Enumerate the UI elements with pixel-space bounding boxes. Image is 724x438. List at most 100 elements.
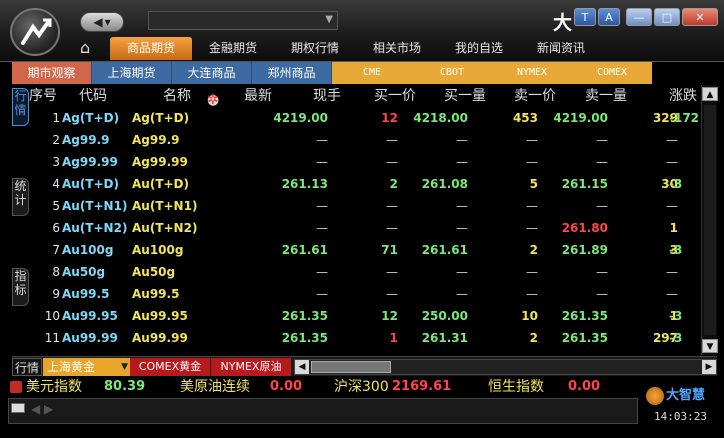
cell-bid-price: —: [456, 155, 468, 169]
cell-code: Au(T+N2): [62, 221, 128, 235]
scroll-down-icon[interactable]: ▼: [702, 339, 718, 353]
header-code[interactable]: 代码: [79, 85, 107, 107]
back-arrow-icon[interactable]: ◀: [93, 15, 102, 29]
font-button[interactable]: A: [598, 8, 620, 26]
header-bid-price[interactable]: 买一价: [374, 85, 416, 107]
crude-oil-value: 0.00: [270, 379, 303, 394]
message-nav-icon[interactable]: ◀ ▶: [31, 402, 53, 416]
cell-name: Ag99.9: [132, 133, 180, 147]
bottom-tab-quote[interactable]: 行情: [12, 358, 42, 376]
mail-icon[interactable]: [11, 403, 25, 413]
side-tab-index[interactable]: 指标: [12, 268, 29, 306]
table-row[interactable]: 2 Ag99.9 Ag99.9— — — — — —: [29, 129, 701, 151]
cell-hand: 12: [381, 111, 398, 125]
cell-name: Au99.99: [132, 331, 188, 345]
csi300-value: 2169.61: [392, 379, 452, 394]
skin-button[interactable]: T: [574, 8, 596, 26]
quote-table: 序号 代码 名称 ● ✲ 最新 现手 买一价 买一量 卖一价 卖一量 涨跌 1 Ag…: [29, 85, 701, 355]
usd-index-label[interactable]: 美元指数: [26, 377, 82, 397]
tab-market-6[interactable]: NYMEX: [492, 62, 572, 84]
vertical-scrollbar[interactable]: ▲ ▼: [701, 85, 718, 355]
cell-bid-price: —: [456, 221, 468, 235]
header-ask-price[interactable]: 卖一价: [514, 85, 556, 107]
tab-market-2[interactable]: 大连商品: [172, 62, 252, 84]
cell-ask-price: —: [596, 199, 608, 213]
cell-no: 10: [44, 309, 60, 323]
header-bid-volume[interactable]: 买一量: [444, 85, 486, 107]
side-tab-stats[interactable]: 统计: [12, 178, 29, 216]
cell-bid-price: —: [456, 199, 468, 213]
table-row[interactable]: 5 Au(T+N1) Au(T+N1) — — — — — —: [29, 195, 701, 217]
minimize-button[interactable]: —: [626, 8, 652, 26]
scroll-right-icon[interactable]: ▶: [702, 360, 716, 374]
table-row[interactable]: 1 Ag(T+D) Ag(T+D) 4219.00 12 4218.00 453 4219.0…: [29, 107, 701, 129]
cell-last: —: [316, 221, 328, 235]
back-forward-button[interactable]: ◀ ▾: [80, 12, 124, 32]
cell-last: 261.61: [281, 243, 328, 257]
chevron-down-icon[interactable]: ▼: [121, 358, 128, 376]
message-bar[interactable]: ◀ ▶: [8, 398, 638, 424]
close-button[interactable]: ✕: [682, 8, 718, 26]
home-icon[interactable]: ⌂: [80, 38, 102, 58]
tab-market-4[interactable]: CME: [332, 62, 412, 84]
table-row[interactable]: 3 Ag99.99 Ag99.99— — — — — —: [29, 151, 701, 173]
scroll-left-icon[interactable]: ◀: [295, 360, 309, 374]
cell-name: Au99.95: [132, 309, 188, 323]
table-row[interactable]: 6 Au(T+N2) Au(T+N2) — — — —261.80 1: [29, 217, 701, 239]
tab-main-5[interactable]: 新闻资讯: [520, 37, 602, 60]
bottom-tab-shanghai-gold[interactable]: 上海黄金 ▼: [43, 358, 130, 376]
maximize-button[interactable]: □: [654, 8, 680, 26]
header-change[interactable]: 涨跌: [669, 85, 697, 107]
tab-market-5[interactable]: CBOT: [412, 62, 492, 84]
table-row[interactable]: 7 Au100g Au100g 261.61 71 261.61 2 261.89 3 -3: [29, 239, 701, 261]
cell-bid-volume: 2: [529, 331, 538, 345]
tab-main-4[interactable]: 我的自选: [438, 37, 520, 60]
hang-seng-label[interactable]: 恒生指数: [488, 377, 544, 397]
cell-change: -3: [669, 331, 683, 345]
cell-name: Au100g: [132, 243, 184, 257]
tab-market-1[interactable]: 上海期货: [92, 62, 172, 84]
cell-bid-price: 261.08: [421, 177, 468, 191]
cell-bid-price: 261.61: [421, 243, 468, 257]
bottom-tab-comex-gold[interactable]: COMEX黄金: [130, 358, 210, 376]
side-tab-quote[interactable]: 行情: [12, 88, 29, 126]
tab-main-3[interactable]: 相关市场: [356, 37, 438, 60]
cell-bid-price: 250.00: [421, 309, 468, 323]
market-tabs: 期市观察 上海期货 大连商品 郑州商品 CME CBOT NYMEX COMEX: [12, 62, 654, 84]
cell-code: Au99.5: [62, 287, 110, 301]
tab-main-1[interactable]: 金融期货: [192, 37, 274, 60]
bottom-tab-nymex-oil[interactable]: NYMEX原油: [211, 358, 291, 376]
crude-oil-label[interactable]: 美原油连续: [180, 377, 250, 397]
tab-main-0[interactable]: 商品期货: [110, 37, 192, 60]
tab-market-3[interactable]: 郑州商品: [252, 62, 332, 84]
header-hand[interactable]: 现手: [313, 85, 341, 107]
scroll-thumb[interactable]: [311, 361, 391, 373]
header-no[interactable]: 序号: [29, 85, 57, 107]
search-input[interactable]: ▼: [148, 11, 338, 30]
horizontal-scrollbar[interactable]: ◀ ▶: [294, 359, 717, 375]
tab-main-2[interactable]: 期权行情: [274, 37, 356, 60]
alert-icon[interactable]: [10, 381, 22, 393]
chevron-down-icon[interactable]: ▼: [325, 14, 333, 25]
header-name[interactable]: 名称: [163, 85, 191, 107]
table-row[interactable]: 4 Au(T+D) Au(T+D) 261.13 2 261.08 5 261.15 30 -3: [29, 173, 701, 195]
scroll-thumb[interactable]: [704, 105, 716, 335]
table-row[interactable]: 9 Au99.5 Au99.5— — — — — —: [29, 283, 701, 305]
cell-code: Au50g: [62, 265, 106, 279]
cell-change: -3: [669, 243, 683, 257]
header-ask-volume[interactable]: 卖一量: [585, 85, 627, 107]
table-row[interactable]: 11 Au99.99 Au99.99 261.35 1 261.31 2 261.35 297-…: [29, 327, 701, 349]
cell-code: Au100g: [62, 243, 114, 257]
usd-index-value: 80.39: [104, 379, 146, 394]
header-last[interactable]: 最新: [244, 85, 272, 107]
tab-market-0[interactable]: 期市观察: [12, 62, 92, 84]
brand-logo-text: 大智慧: [666, 388, 706, 403]
cell-bid-volume: —: [526, 155, 538, 169]
cell-bid-volume: —: [526, 133, 538, 147]
table-row[interactable]: 8 Au50g Au50g — — — — — —: [29, 261, 701, 283]
scroll-up-icon[interactable]: ▲: [702, 87, 718, 101]
dropdown-icon[interactable]: ▾: [105, 15, 111, 29]
table-row[interactable]: 10 Au99.95 Au99.95 261.35 12 250.00 10 261.35 1-…: [29, 305, 701, 327]
tab-market-7[interactable]: COMEX: [572, 62, 652, 84]
csi300-label[interactable]: 沪深300: [334, 377, 389, 397]
